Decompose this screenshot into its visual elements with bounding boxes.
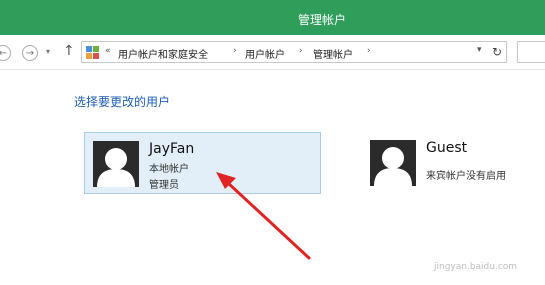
back-button[interactable]: ← bbox=[0, 45, 11, 61]
breadcrumb-separator-icon[interactable]: › bbox=[233, 46, 237, 56]
expand-crumbs-icon[interactable]: « bbox=[105, 46, 111, 56]
account-role: 管理员 bbox=[149, 180, 179, 191]
user-avatar-icon bbox=[93, 141, 139, 187]
forward-button[interactable]: → bbox=[22, 45, 38, 61]
breadcrumb-manage-accounts[interactable]: 管理帐户 bbox=[313, 46, 353, 61]
account-tile-guest[interactable]: Guest 来宾帐户没有启用 bbox=[362, 132, 545, 194]
breadcrumb-user-accounts-family[interactable]: 用户帐户和家庭安全 bbox=[118, 46, 208, 61]
account-tile-jayfan[interactable]: JayFan 本地帐户 管理员 bbox=[84, 132, 321, 194]
refresh-icon[interactable]: ↻ bbox=[492, 45, 502, 59]
account-type: 本地帐户 bbox=[149, 164, 189, 175]
search-input[interactable] bbox=[517, 41, 545, 63]
breadcrumb-user-accounts[interactable]: 用户帐户 bbox=[245, 46, 285, 61]
user-avatar-icon bbox=[370, 140, 416, 186]
account-name: JayFan bbox=[149, 141, 195, 157]
breadcrumb-separator-icon[interactable]: › bbox=[367, 46, 371, 56]
account-name: Guest bbox=[426, 140, 468, 156]
account-status: 来宾帐户没有启用 bbox=[426, 171, 506, 182]
breadcrumb-separator-icon[interactable]: › bbox=[299, 46, 303, 56]
address-dropdown-icon[interactable]: ▾ bbox=[477, 45, 482, 55]
up-button[interactable]: ↑ bbox=[63, 43, 75, 59]
page-heading: 选择要更改的用户 bbox=[74, 95, 171, 109]
control-panel-icon bbox=[86, 46, 99, 59]
navigation-bar: ← → ▾ ↑ « 用户帐户和家庭安全 › 用户帐户 › 管理帐户 › ▾ ↻ bbox=[0, 35, 545, 70]
recent-locations-icon[interactable]: ▾ bbox=[40, 44, 56, 60]
watermark: jingyan.baidu.com bbox=[434, 262, 518, 272]
address-bar[interactable]: « 用户帐户和家庭安全 › 用户帐户 › 管理帐户 › ▾ ↻ bbox=[81, 41, 507, 63]
window-titlebar: 管理帐户 bbox=[0, 0, 545, 35]
window-title: 管理帐户 bbox=[298, 13, 347, 27]
